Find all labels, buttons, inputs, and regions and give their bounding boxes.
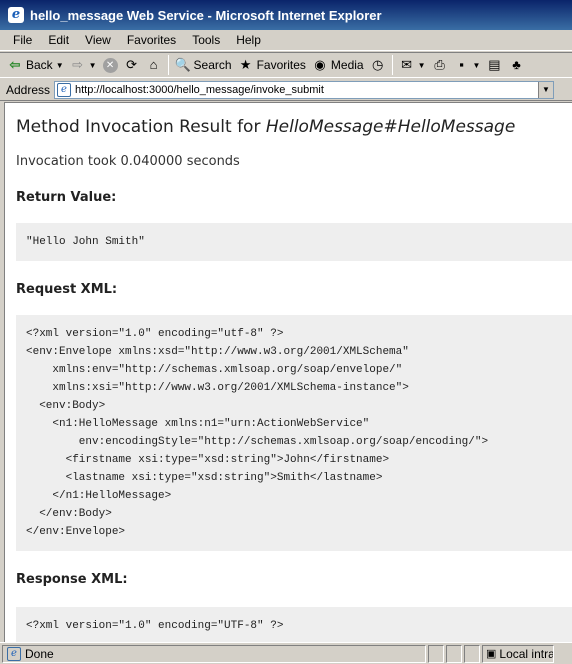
menu-edit[interactable]: Edit (40, 33, 77, 47)
messenger-button[interactable]: ♣ (505, 54, 527, 76)
refresh-button[interactable]: ⟳ (121, 54, 143, 76)
title-bar: e hello_message Web Service - Microsoft … (0, 0, 572, 30)
menu-file[interactable]: File (5, 33, 40, 47)
status-pane (464, 644, 480, 663)
edit-button[interactable]: ▪ ▼ (451, 54, 484, 76)
search-button[interactable]: 🔍 Search (172, 54, 235, 76)
forward-dropdown-icon[interactable]: ▼ (89, 61, 97, 70)
request-xml-heading: Request XML: (16, 282, 118, 297)
status-bar: e Done ▣ Local intranet (0, 642, 572, 664)
favorites-button[interactable]: ★ Favorites (235, 54, 309, 76)
zone-label: Local intranet (499, 646, 553, 661)
back-button[interactable]: ⇦ Back ▼ (4, 54, 67, 76)
page-icon: e (57, 83, 71, 97)
page-title-method: HelloMessage#HelloMessage (265, 117, 516, 137)
media-button[interactable]: ◉ Media (309, 54, 367, 76)
back-label: Back (26, 58, 53, 72)
security-zone: ▣ Local intranet (482, 644, 554, 663)
refresh-icon: ⟳ (126, 57, 137, 72)
history-icon: ◷ (371, 57, 384, 72)
address-bar: Address e http://localhost:3000/hello_me… (0, 79, 572, 101)
home-icon: ⌂ (149, 57, 158, 72)
page-body: Method Invocation Result for HelloMessag… (5, 117, 572, 642)
favorites-label: Favorites (256, 58, 306, 72)
address-dropdown-icon[interactable]: ▼ (538, 82, 553, 98)
print-button[interactable]: ⎙ (429, 54, 451, 76)
address-input[interactable]: e http://localhost:3000/hello_message/in… (54, 81, 554, 99)
status-pane (446, 644, 462, 663)
menu-tools[interactable]: Tools (184, 33, 228, 47)
intranet-zone-icon: ▣ (486, 648, 497, 660)
home-button[interactable]: ⌂ (143, 54, 165, 76)
mail-button[interactable]: ✉ ▼ (396, 54, 429, 76)
return-value-heading: Return Value: (16, 190, 117, 205)
edit-dropdown-icon[interactable]: ▼ (473, 61, 481, 70)
mail-dropdown-icon[interactable]: ▼ (418, 61, 426, 70)
toolbar: ⇦ Back ▼ ⇨ ▼ ✕ ⟳ ⌂ 🔍 Search ★ Favorites … (0, 52, 572, 78)
history-button[interactable]: ◷ (367, 54, 389, 76)
stop-button[interactable]: ✕ (100, 54, 121, 76)
menu-favorites[interactable]: Favorites (119, 33, 184, 47)
status-pane (428, 644, 444, 663)
stop-icon: ✕ (102, 57, 118, 73)
ie-logo-icon: e (8, 7, 24, 23)
menu-view[interactable]: View (77, 33, 119, 47)
return-value-block: "Hello John Smith" (16, 223, 572, 261)
discuss-icon: ▤ (488, 57, 501, 72)
back-dropdown-icon[interactable]: ▼ (56, 61, 64, 70)
toolbar-separator (167, 55, 169, 75)
toolbar-separator (391, 55, 393, 75)
messenger-icon: ♣ (512, 57, 521, 72)
print-icon: ⎙ (434, 57, 445, 72)
media-icon: ◉ (314, 57, 326, 72)
discuss-button[interactable]: ▤ (483, 54, 505, 76)
forward-arrow-icon: ⇨ (72, 57, 84, 72)
status-main-pane: e Done (2, 644, 426, 663)
search-icon: 🔍 (174, 57, 191, 72)
favorites-star-icon: ★ (239, 57, 252, 72)
search-label: Search (193, 58, 232, 72)
menu-help[interactable]: Help (228, 33, 269, 47)
page-title-prefix: Method Invocation Result for (16, 117, 266, 137)
forward-button[interactable]: ⇨ ▼ (67, 54, 100, 76)
invocation-duration: Invocation took 0.040000 seconds (16, 154, 240, 169)
menu-bar: File Edit View Favorites Tools Help (0, 30, 572, 51)
done-page-icon: e (7, 646, 21, 661)
mail-icon: ✉ (401, 57, 413, 72)
page-content: Method Invocation Result for HelloMessag… (4, 102, 572, 642)
page-title: Method Invocation Result for HelloMessag… (16, 117, 572, 137)
address-label: Address (6, 82, 51, 97)
back-arrow-icon: ⇦ (9, 57, 21, 72)
edit-icon: ▪ (459, 57, 464, 72)
response-xml-block: <?xml version="1.0" encoding="UTF-8" ?> (16, 607, 572, 642)
request-xml-block: <?xml version="1.0" encoding="utf-8" ?> … (16, 315, 572, 551)
window-title: hello_message Web Service - Microsoft In… (30, 7, 382, 23)
status-text: Done (25, 646, 54, 661)
media-label: Media (330, 58, 364, 72)
address-url[interactable]: http://localhost:3000/hello_message/invo… (75, 84, 324, 96)
response-xml-heading: Response XML: (16, 572, 128, 587)
